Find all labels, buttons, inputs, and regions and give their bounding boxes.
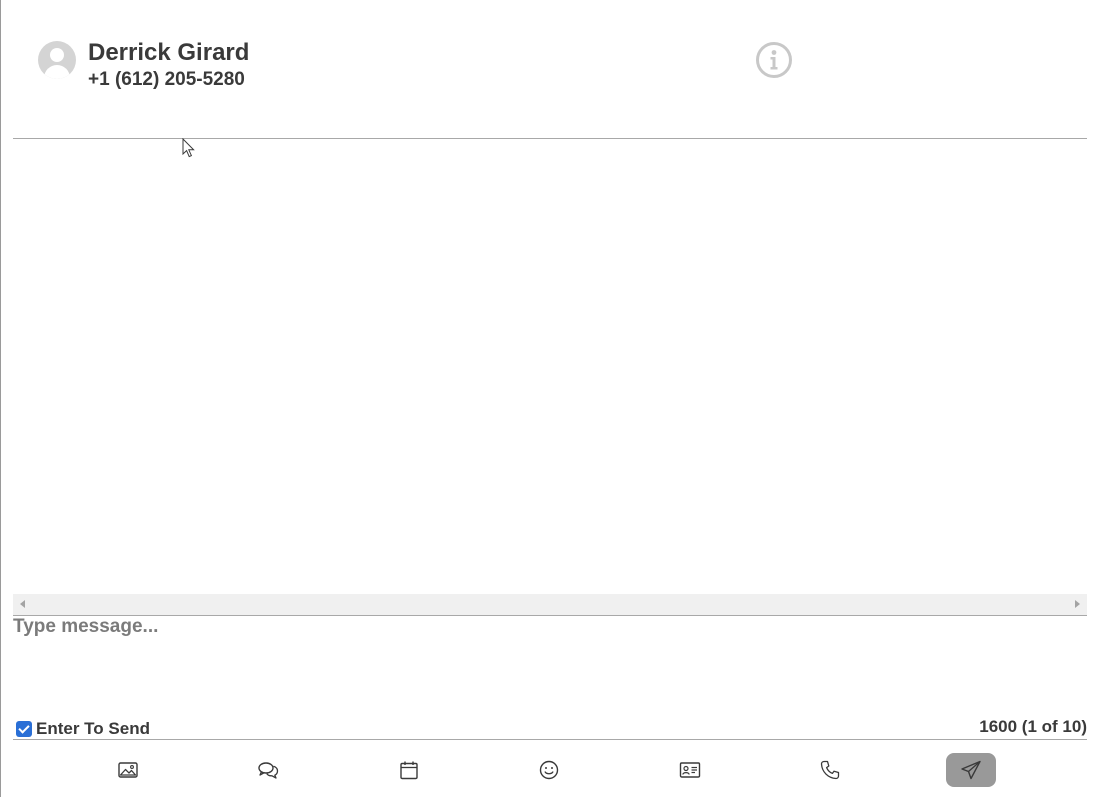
contact-card-button[interactable] — [665, 753, 715, 787]
chat-bubbles-icon — [258, 762, 279, 779]
message-thread[interactable] — [13, 139, 1087, 594]
horizontal-scrollbar[interactable] — [13, 594, 1087, 616]
calendar-icon — [400, 761, 418, 780]
image-icon — [118, 762, 138, 778]
user-avatar-icon — [38, 41, 76, 79]
call-button[interactable] — [805, 753, 855, 787]
schedule-button[interactable] — [384, 753, 434, 787]
conversation-header: Derrick Girard +1 (612) 205-5280 — [13, 0, 1087, 139]
scroll-left-arrow-icon[interactable] — [20, 600, 25, 608]
compose-toolbar — [13, 739, 1087, 798]
send-button[interactable] — [946, 753, 996, 787]
character-count: 1600 (1 of 10) — [979, 717, 1087, 736]
contact-card-icon — [679, 762, 701, 778]
message-input[interactable] — [13, 616, 1087, 716]
emoji-button[interactable] — [524, 753, 574, 787]
contact-phone: +1 (612) 205-5280 — [88, 69, 245, 90]
scroll-right-arrow-icon[interactable] — [1075, 600, 1080, 608]
contact-name: Derrick Girard — [88, 39, 250, 66]
mouse-pointer-icon — [182, 137, 196, 158]
smiley-icon — [539, 760, 559, 780]
info-icon[interactable] — [755, 41, 793, 79]
enter-to-send-checkbox[interactable] — [16, 721, 32, 737]
enter-to-send-option[interactable]: Enter To Send — [16, 719, 150, 739]
phone-icon — [820, 760, 840, 780]
chat-templates-button[interactable] — [243, 753, 293, 787]
window-left-border — [0, 0, 1, 797]
send-icon — [961, 760, 981, 780]
image-button[interactable] — [103, 753, 153, 787]
enter-to-send-label: Enter To Send — [36, 719, 150, 738]
